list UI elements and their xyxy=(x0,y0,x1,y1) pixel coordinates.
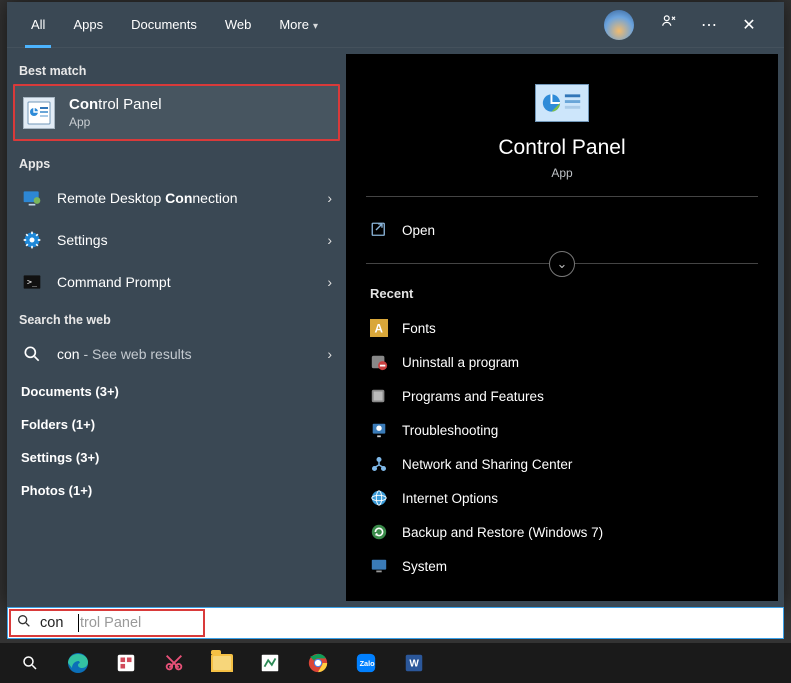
chevron-right-icon: › xyxy=(327,190,332,207)
chevron-right-icon: › xyxy=(327,346,332,363)
result-preview-pane: Control Panel App Open ⌄ Recent A Fonts xyxy=(346,54,778,601)
tab-apps[interactable]: Apps xyxy=(59,2,117,48)
section-search-web: Search the web xyxy=(7,303,346,333)
divider xyxy=(366,196,758,197)
chevron-right-icon: › xyxy=(327,232,332,249)
taskbar-app-icon-2[interactable] xyxy=(246,643,294,683)
app-settings[interactable]: Settings › xyxy=(7,219,346,261)
troubleshoot-icon xyxy=(370,421,388,439)
system-icon xyxy=(370,557,388,575)
recent-backup-restore[interactable]: Backup and Restore (Windows 7) xyxy=(366,515,758,549)
search-tabs: All Apps Documents Web More ⋯ ✕ xyxy=(7,2,784,48)
user-avatar[interactable] xyxy=(604,10,634,40)
open-icon xyxy=(370,221,388,239)
group-folders[interactable]: Folders (1+) xyxy=(7,408,346,441)
web-search-label: con - See web results xyxy=(57,346,321,363)
taskbar-search-icon[interactable] xyxy=(6,643,54,683)
recent-label: Network and Sharing Center xyxy=(402,457,572,472)
windows-search-panel: All Apps Documents Web More ⋯ ✕ Best mat… xyxy=(7,2,784,607)
taskbar-edge-icon[interactable] xyxy=(54,643,102,683)
section-apps: Apps xyxy=(7,147,346,177)
fonts-icon: A xyxy=(370,319,388,337)
taskbar-file-explorer-icon[interactable] xyxy=(198,643,246,683)
app-command-prompt[interactable]: >_ Command Prompt › xyxy=(7,261,346,303)
taskbar-word-icon[interactable]: W xyxy=(390,643,438,683)
tab-all[interactable]: All xyxy=(17,2,59,48)
preview-subtitle: App xyxy=(366,166,758,180)
recent-system[interactable]: System xyxy=(366,549,758,583)
more-options-icon[interactable]: ⋯ xyxy=(694,15,724,35)
recent-programs-features[interactable]: Programs and Features xyxy=(366,379,758,413)
recent-label: Programs and Features xyxy=(402,389,544,404)
tab-more[interactable]: More xyxy=(265,2,332,48)
taskbar-app-icon-1[interactable] xyxy=(102,643,150,683)
best-match-title: Control Panel xyxy=(69,96,162,113)
action-open[interactable]: Open xyxy=(366,213,758,247)
close-icon[interactable]: ✕ xyxy=(734,15,764,35)
search-icon xyxy=(21,343,43,365)
feedback-icon[interactable] xyxy=(654,13,684,36)
taskbar-snip-icon[interactable] xyxy=(150,643,198,683)
search-input[interactable] xyxy=(40,615,775,631)
rdp-icon xyxy=(21,187,43,209)
section-best-match: Best match xyxy=(7,54,346,84)
taskbar-chrome-icon[interactable] xyxy=(294,643,342,683)
recent-internet-options[interactable]: Internet Options xyxy=(366,481,758,515)
tab-documents[interactable]: Documents xyxy=(117,2,211,48)
taskbar-search-box[interactable]: trol Panel xyxy=(7,607,784,639)
recent-heading: Recent xyxy=(366,280,758,311)
control-panel-icon xyxy=(23,97,55,129)
svg-text:A: A xyxy=(375,323,384,336)
programs-icon xyxy=(370,387,388,405)
recent-label: Internet Options xyxy=(402,491,498,506)
search-icon xyxy=(16,613,32,634)
recent-label: Troubleshooting xyxy=(402,423,498,438)
backup-icon xyxy=(370,523,388,541)
best-match-control-panel[interactable]: Control Panel App xyxy=(13,84,340,141)
recent-uninstall-program[interactable]: Uninstall a program xyxy=(366,345,758,379)
recent-label: System xyxy=(402,559,447,574)
recent-network-sharing[interactable]: Network and Sharing Center xyxy=(366,447,758,481)
app-label: Settings xyxy=(57,232,321,249)
recent-fonts[interactable]: A Fonts xyxy=(366,311,758,345)
web-search-item[interactable]: con - See web results › xyxy=(7,333,346,375)
preview-control-panel-icon xyxy=(535,84,589,122)
svg-text:W: W xyxy=(409,659,419,670)
open-label: Open xyxy=(402,223,435,238)
taskbar: Zalo W xyxy=(0,643,791,683)
taskbar-zalo-icon[interactable]: Zalo xyxy=(342,643,390,683)
app-label: Remote Desktop Connection xyxy=(57,190,321,207)
cmd-icon: >_ xyxy=(21,271,43,293)
group-photos[interactable]: Photos (1+) xyxy=(7,474,346,507)
svg-text:>_: >_ xyxy=(27,277,38,287)
search-results-list: Best match Control Panel App Apps Remote… xyxy=(7,48,346,607)
chevron-right-icon: › xyxy=(327,274,332,291)
network-icon xyxy=(370,455,388,473)
expand-chevron-icon[interactable]: ⌄ xyxy=(549,251,575,277)
app-label: Command Prompt xyxy=(57,274,321,291)
preview-title: Control Panel xyxy=(366,136,758,160)
tab-web[interactable]: Web xyxy=(211,2,266,48)
recent-label: Uninstall a program xyxy=(402,355,519,370)
text-caret xyxy=(78,614,79,632)
recent-label: Backup and Restore (Windows 7) xyxy=(402,525,603,540)
internet-icon xyxy=(370,489,388,507)
app-remote-desktop-connection[interactable]: Remote Desktop Connection › xyxy=(7,177,346,219)
group-settings[interactable]: Settings (3+) xyxy=(7,441,346,474)
best-match-subtitle: App xyxy=(69,115,162,129)
group-documents[interactable]: Documents (3+) xyxy=(7,375,346,408)
recent-label: Fonts xyxy=(402,321,436,336)
recent-troubleshooting[interactable]: Troubleshooting xyxy=(366,413,758,447)
settings-icon xyxy=(21,229,43,251)
svg-text:Zalo: Zalo xyxy=(360,659,376,668)
uninstall-icon xyxy=(370,353,388,371)
